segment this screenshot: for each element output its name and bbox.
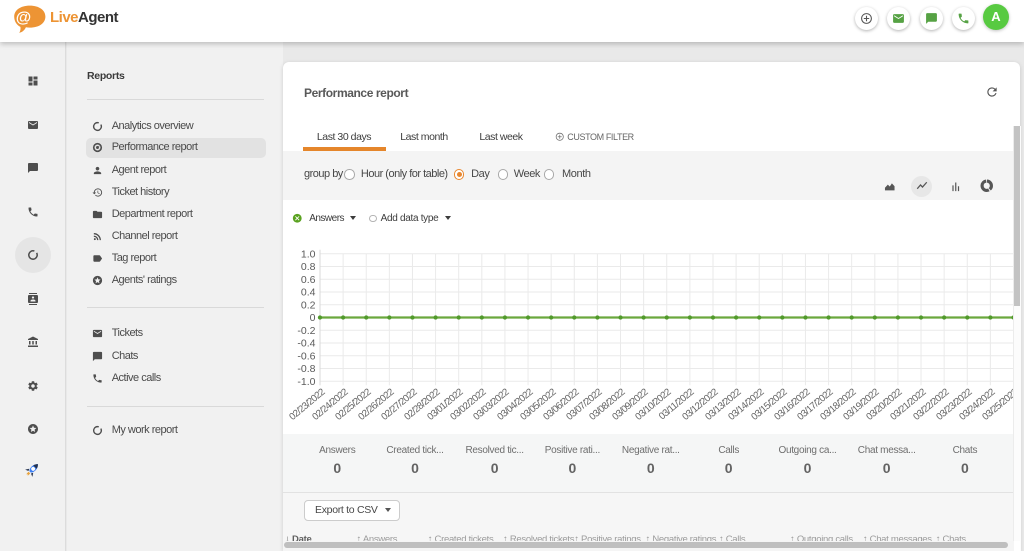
svg-text:0.6: 0.6	[301, 274, 316, 286]
svg-text:-0.8: -0.8	[297, 363, 315, 375]
svg-text:0.8: 0.8	[301, 261, 316, 273]
svg-text:-0.6: -0.6	[297, 350, 315, 362]
svg-text:0.2: 0.2	[301, 299, 316, 311]
svg-text:-0.4: -0.4	[297, 338, 315, 350]
svg-text:0.4: 0.4	[301, 287, 316, 299]
svg-text:-0.2: -0.2	[297, 325, 315, 337]
svg-text:@: @	[16, 9, 31, 26]
svg-text:1.0: 1.0	[301, 248, 316, 260]
svg-text:0: 0	[310, 312, 316, 324]
svg-text:-1.0: -1.0	[297, 376, 315, 388]
